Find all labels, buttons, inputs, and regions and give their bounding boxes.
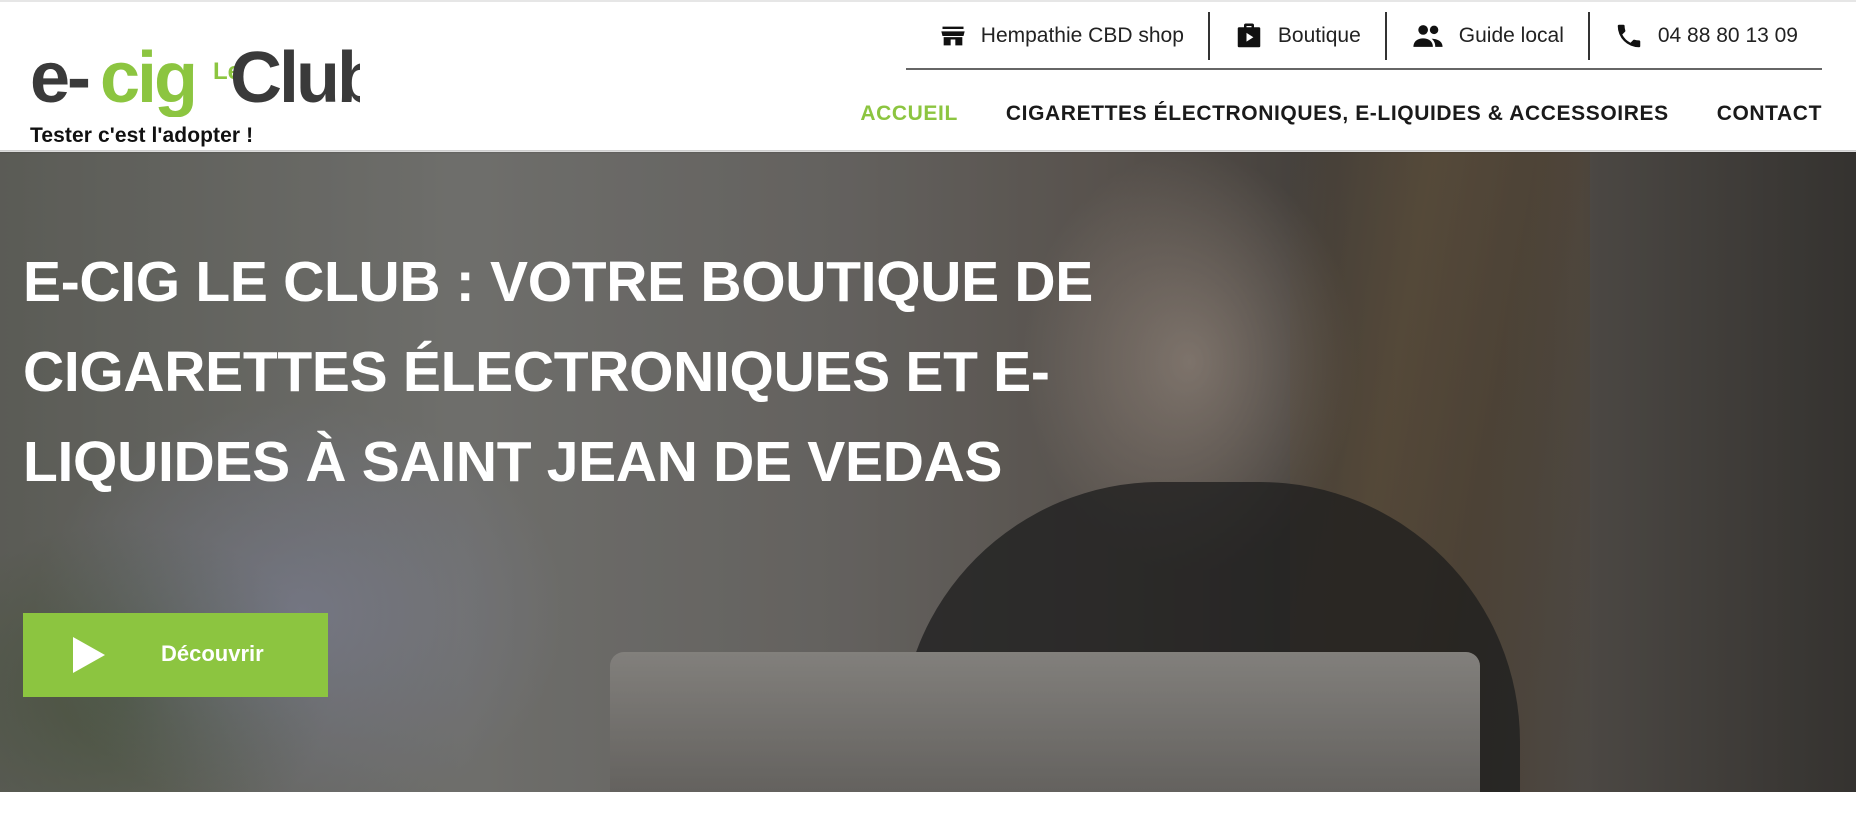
- utility-link-label: Boutique: [1277, 24, 1361, 47]
- logo-graphic: e- cig Le Club: [30, 38, 360, 117]
- nav-item-accueil[interactable]: ACCUEIL: [860, 102, 958, 126]
- main-navigation: ACCUEIL CIGARETTES ÉLECTRONIQUES, E-LIQU…: [860, 102, 1822, 126]
- people-icon: [1413, 25, 1443, 47]
- utility-link-guide-local[interactable]: Guide local: [1384, 12, 1588, 60]
- discover-button[interactable]: Découvrir: [23, 613, 328, 697]
- utility-link-cbd-shop[interactable]: Hempathie CBD shop: [915, 12, 1208, 60]
- utility-link-label: Hempathie CBD shop: [980, 24, 1184, 47]
- utility-links: Hempathie CBD shop Boutique Guide local …: [915, 12, 1822, 60]
- utility-separator: [906, 68, 1822, 70]
- svg-text:e-: e-: [30, 38, 89, 117]
- site-tagline: Tester c'est l'adopter !: [30, 124, 254, 147]
- utility-link-label: 04 88 80 13 09: [1657, 24, 1798, 47]
- hero-title: E-CIG LE CLUB : VOTRE BOUTIQUE DE CIGARE…: [23, 250, 1093, 494]
- nav-item-contact[interactable]: CONTACT: [1717, 102, 1822, 126]
- site-header: e- cig Le Club Tester c'est l'adopter ! …: [0, 2, 1856, 152]
- site-logo[interactable]: e- cig Le Club: [30, 27, 360, 117]
- discover-button-label: Découvrir: [161, 641, 264, 666]
- utility-link-phone[interactable]: 04 88 80 13 09: [1587, 12, 1822, 60]
- shopping-bag-play-icon: [1237, 23, 1261, 48]
- svg-text:Club: Club: [230, 38, 360, 117]
- play-icon: [73, 637, 105, 673]
- hero-banner: E-CIG LE CLUB : VOTRE BOUTIQUE DE CIGARE…: [0, 152, 1856, 792]
- phone-icon: [1617, 24, 1641, 48]
- nav-item-cigarettes[interactable]: CIGARETTES ÉLECTRONIQUES, E-LIQUIDES & A…: [1006, 102, 1669, 126]
- utility-link-boutique[interactable]: Boutique: [1207, 12, 1385, 60]
- storefront-icon: [941, 26, 965, 46]
- svg-text:cig: cig: [100, 38, 195, 117]
- header-shadow: [0, 150, 1856, 154]
- utility-link-label: Guide local: [1458, 24, 1564, 47]
